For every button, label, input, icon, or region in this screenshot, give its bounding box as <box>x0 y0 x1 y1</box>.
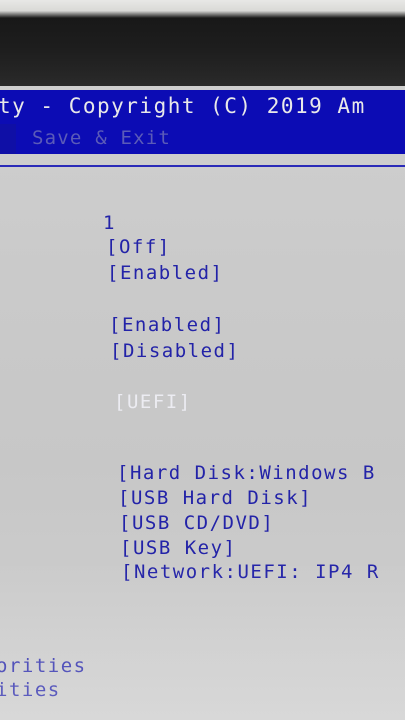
background-wall <box>0 0 405 18</box>
setting-value-quiet-boot[interactable]: [Off] <box>106 236 171 258</box>
boot-option-3[interactable]: [USB CD/DVD] <box>119 512 274 534</box>
menu-tab-save-exit[interactable]: Save & Exit <box>32 127 171 149</box>
bios-screen <box>0 86 405 720</box>
setting-value-fast-boot[interactable]: [Enabled] <box>107 262 223 284</box>
boot-option-5[interactable]: [Network:UEFI: IP4 R <box>121 561 380 583</box>
menu-bar-edge <box>0 124 16 154</box>
setting-value-boot-mode[interactable]: [UEFI] <box>114 391 192 413</box>
boot-option-4[interactable]: [USB Key] <box>120 537 236 559</box>
left-label-priorities-2[interactable]: ities <box>0 679 61 701</box>
setting-value-csm[interactable]: [Enabled] <box>109 314 225 336</box>
boot-option-1[interactable]: [Hard Disk:Windows B <box>117 462 376 484</box>
setting-value-secure-boot[interactable]: [Disabled] <box>110 340 239 362</box>
setting-value-bootup-numlock[interactable]: 1 <box>103 212 116 234</box>
boot-option-2[interactable]: [USB Hard Disk] <box>118 487 312 509</box>
title-text: ty - Copyright (C) 2019 Am <box>0 94 366 118</box>
left-label-priorities[interactable]: orities <box>0 655 87 677</box>
header-divider <box>0 165 405 167</box>
